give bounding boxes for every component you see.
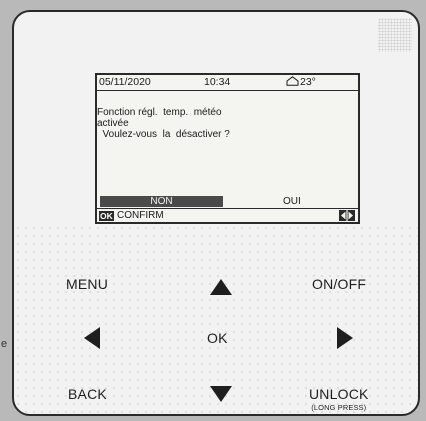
status-time: 10:34: [204, 76, 231, 88]
option-oui[interactable]: OUI: [283, 196, 301, 207]
confirm-label: CONFIRM: [117, 210, 164, 221]
ok-button[interactable]: OK: [207, 330, 228, 346]
right-arrow-icon[interactable]: [336, 326, 354, 350]
ok-badge: OK: [99, 211, 114, 221]
status-temperature: 23°: [286, 76, 316, 88]
status-date: 05/11/2020: [99, 76, 151, 88]
edge-text: e: [1, 338, 8, 350]
message-text: Fonction régl. temp. météo activée Voule…: [97, 107, 230, 140]
up-arrow-icon[interactable]: [209, 278, 233, 296]
lcd-footer: OK CONFIRM: [97, 208, 358, 223]
message-line-2: activée: [97, 118, 129, 129]
status-bar: 05/11/2020 10:34 23°: [97, 75, 358, 91]
message-line-1: Fonction régl. temp. météo: [97, 107, 222, 118]
unlock-button[interactable]: UNLOCK (LONG PRESS): [309, 386, 369, 412]
on-off-button[interactable]: ON/OFF: [312, 276, 366, 292]
temperature-value: 23°: [300, 76, 316, 88]
down-arrow-icon[interactable]: [209, 385, 233, 403]
left-right-arrows-icon: [339, 210, 355, 221]
controller-panel: 05/11/2020 10:34 23° Fonction régl. temp…: [12, 10, 420, 416]
option-non[interactable]: NON: [100, 196, 223, 207]
lcd-screen: 05/11/2020 10:34 23° Fonction régl. temp…: [95, 73, 360, 224]
option-row: NON OUI: [99, 196, 356, 207]
menu-button[interactable]: MENU: [66, 276, 108, 292]
back-button[interactable]: BACK: [68, 386, 107, 402]
left-arrow-icon[interactable]: [83, 326, 101, 350]
unlock-sublabel: (LONG PRESS): [311, 403, 367, 412]
unlock-label: UNLOCK: [309, 386, 369, 402]
dot-texture: [378, 18, 412, 52]
house-icon: [286, 76, 299, 86]
message-line-3: Voulez-vous la désactiver ?: [97, 129, 230, 140]
